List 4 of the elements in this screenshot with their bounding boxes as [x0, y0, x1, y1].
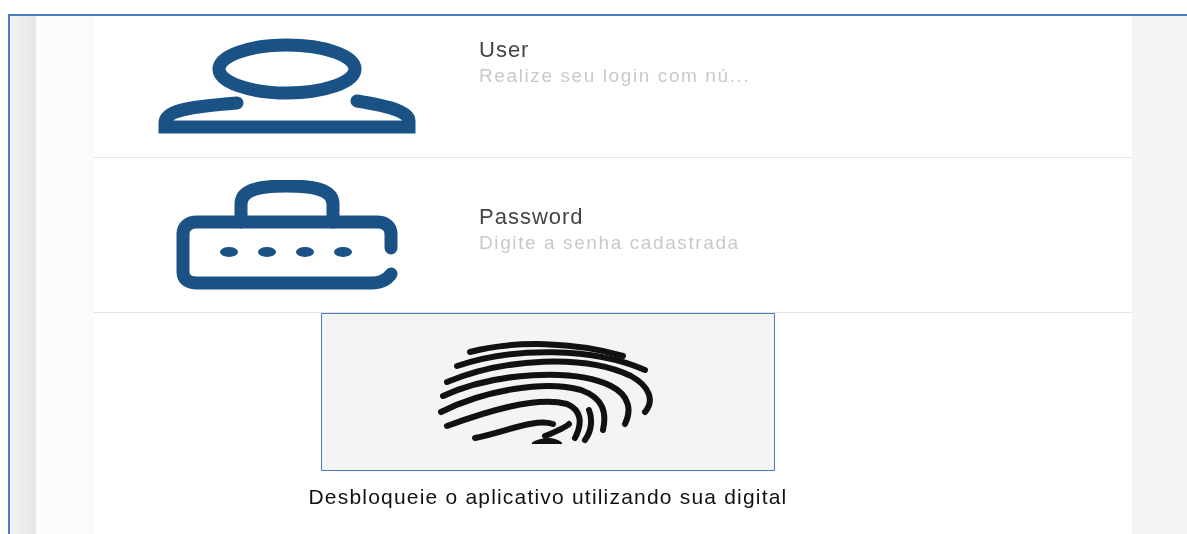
- fingerprint-button[interactable]: [321, 313, 775, 471]
- field-label: Password: [479, 204, 585, 230]
- fingerprint-caption: Desbloqueie o aplicativo utilizando sua digital: [308, 485, 788, 509]
- field-label: User: [479, 36, 531, 63]
